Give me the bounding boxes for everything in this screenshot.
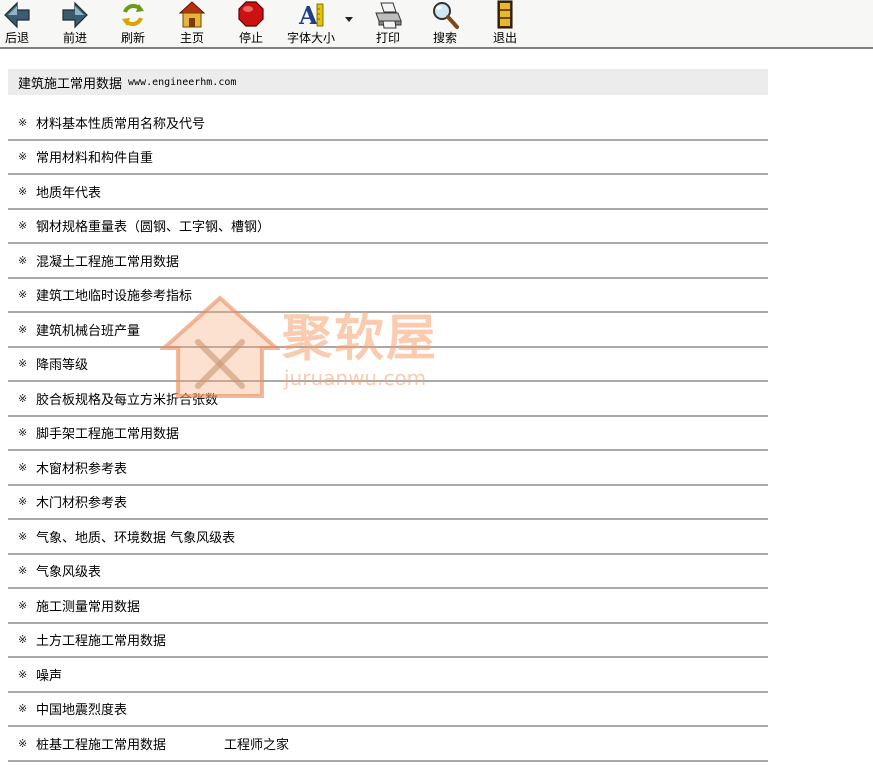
bullet-icon: ※ [18, 495, 28, 509]
bullet-icon: ※ [18, 426, 28, 440]
home-label: 主页 [179, 31, 204, 45]
list-item-label[interactable]: 建筑工地临时设施参考指标 [36, 285, 192, 304]
list-item[interactable]: ※ 脚手架工程施工常用数据 [8, 417, 768, 451]
print-label: 打印 [375, 31, 400, 45]
bullet-icon: ※ [18, 184, 28, 198]
list-item[interactable]: ※ 桩基工程施工常用数据 工程师之家 [8, 727, 768, 762]
bullet-icon: ※ [18, 598, 28, 612]
list-item-label[interactable]: 常用材料和构件自重 [36, 147, 153, 166]
list-item-label[interactable]: 降雨等级 [36, 354, 88, 373]
list-item-label[interactable]: 桩基工程施工常用数据 [36, 734, 166, 753]
list-item[interactable]: ※ 木门材积参考表 [8, 486, 768, 520]
list-item-label[interactable]: 脚手架工程施工常用数据 [36, 423, 179, 442]
bullet-icon: ※ [18, 288, 28, 302]
list-item-label[interactable]: 木窗材积参考表 [36, 458, 127, 477]
list-item-label[interactable]: 土方工程施工常用数据 [36, 630, 166, 649]
bullet-icon: ※ [18, 150, 28, 164]
bullet-icon: ※ [18, 736, 28, 750]
stop-icon [238, 1, 264, 27]
bullet-icon: ※ [18, 564, 28, 578]
list-item-label[interactable]: 建筑机械台班产量 [36, 320, 140, 339]
bullet-icon: ※ [18, 357, 28, 371]
refresh-label: 刷新 [120, 31, 145, 45]
list-item-label[interactable]: 材料基本性质常用名称及代号 [36, 113, 205, 132]
list-item-label[interactable]: 木门材积参考表 [36, 492, 127, 511]
list-item[interactable]: ※ 混凝土工程施工常用数据 [8, 244, 768, 279]
list-item[interactable]: ※ 施工测量常用数据 [8, 589, 768, 624]
bullet-icon: ※ [18, 253, 28, 267]
exit-icon [497, 0, 513, 29]
forward-label: 前进 [62, 31, 87, 45]
list-item-label[interactable]: 钢材规格重量表（圆钢、工字钢、槽钢） [36, 216, 270, 235]
bullet-icon: ※ [18, 529, 28, 543]
back-arrow-icon [4, 1, 30, 29]
site-url: www.engineerhm.com [128, 76, 237, 88]
bullet-icon: ※ [18, 460, 28, 474]
list-item[interactable]: ※ 建筑工地临时设施参考指标 [8, 279, 768, 313]
list-item-label[interactable]: 胶合板规格及每立方米折合张数 [36, 389, 218, 408]
home-icon [178, 1, 206, 28]
bullet-icon: ※ [18, 115, 28, 129]
list-item[interactable]: ※ 中国地震烈度表 [8, 693, 768, 727]
exit-button[interactable]: 退出 [488, 0, 522, 47]
home-button[interactable]: 主页 [175, 0, 209, 47]
list-item[interactable]: ※ 气象、地质、环境数据 气象风级表 [8, 520, 768, 555]
search-button[interactable]: 搜索 [428, 0, 462, 47]
bullet-icon: ※ [18, 667, 28, 681]
forward-arrow-icon [62, 1, 88, 29]
list-item-label[interactable]: 地质年代表 [36, 182, 101, 201]
list-item[interactable]: ※ 地质年代表 [8, 175, 768, 210]
list-item[interactable]: ※ 噪声 [8, 658, 768, 693]
list-item-label[interactable]: 中国地震烈度表 [36, 699, 127, 718]
search-label: 搜索 [432, 31, 457, 45]
forward-button[interactable]: 前进 [58, 0, 92, 47]
list-item[interactable]: ※ 降雨等级 [8, 348, 768, 382]
font-size-label: 字体大小 [286, 31, 335, 45]
list-item[interactable]: ※ 材料基本性质常用名称及代号 [8, 106, 768, 141]
list-item-label[interactable]: 气象、地质、环境数据 气象风级表 [36, 527, 235, 546]
list-item-label[interactable]: 混凝土工程施工常用数据 [36, 251, 179, 270]
list-item[interactable]: ※ 木窗材积参考表 [8, 451, 768, 486]
exit-label: 退出 [492, 31, 517, 45]
list-item[interactable]: ※ 气象风级表 [8, 555, 768, 589]
printer-icon [375, 2, 402, 29]
page-title: 建筑施工常用数据 [18, 76, 123, 92]
list-item-label[interactable]: 噪声 [36, 665, 62, 684]
svg-text:A: A [298, 1, 318, 30]
chevron-down-icon[interactable] [344, 14, 354, 24]
list-item[interactable]: ※ 钢材规格重量表（圆钢、工字钢、槽钢） [8, 210, 768, 244]
bullet-icon: ※ [18, 219, 28, 233]
refresh-button[interactable]: 刷新 [116, 0, 150, 47]
browser-toolbar: 后退 前进 刷新 主页 停止 A 字体大小 打印 搜索 退出 [0, 0, 873, 49]
stop-label: 停止 [238, 31, 263, 45]
refresh-icon [122, 4, 144, 26]
bullet-icon: ※ [18, 702, 28, 716]
font-size-icon: A [298, 1, 324, 30]
list-item[interactable]: ※ 建筑机械台班产量 [8, 313, 768, 348]
list-item[interactable]: ※ 胶合板规格及每立方米折合张数 [8, 382, 768, 417]
list-item-label[interactable]: 气象风级表 [36, 561, 101, 580]
site-name: 工程师之家 [224, 737, 290, 753]
back-label: 后退 [4, 31, 29, 45]
page-header: 建筑施工常用数据 www.engineerhm.com [8, 69, 768, 95]
print-button[interactable]: 打印 [371, 0, 405, 47]
font-size-button[interactable]: A 字体大小 [282, 0, 340, 47]
bullet-icon: ※ [18, 322, 28, 336]
bullet-icon: ※ [18, 633, 28, 647]
back-button[interactable]: 后退 [0, 0, 34, 47]
list-item[interactable]: ※ 常用材料和构件自重 [8, 141, 768, 175]
search-icon [433, 2, 459, 29]
list-item-label[interactable]: 施工测量常用数据 [36, 596, 140, 615]
list-item[interactable]: ※ 土方工程施工常用数据 [8, 624, 768, 658]
stop-button[interactable]: 停止 [234, 0, 268, 47]
topic-list: ※ 材料基本性质常用名称及代号 ※ 常用材料和构件自重 ※ 地质年代表 ※ 钢材规格重量… [8, 106, 768, 762]
bullet-icon: ※ [18, 391, 28, 405]
